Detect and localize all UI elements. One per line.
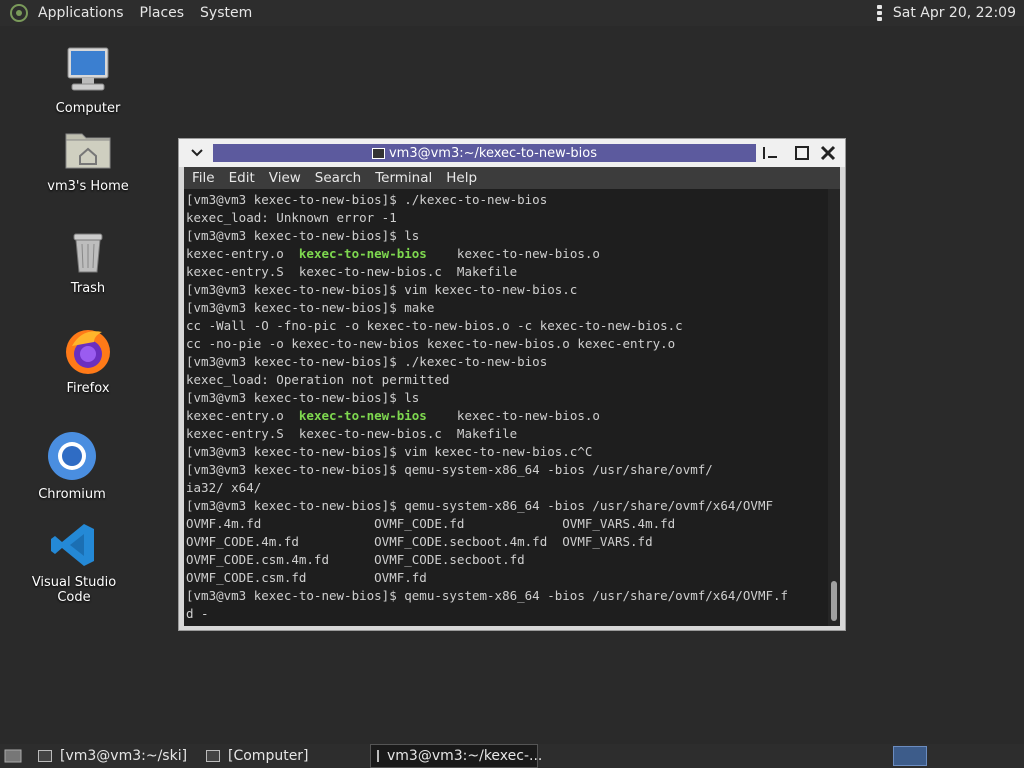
terminal-line: cc -Wall -O -fno-pic -o kexec-to-new-bio… xyxy=(186,318,683,333)
maximize-icon[interactable] xyxy=(793,144,811,162)
trash-icon xyxy=(73,233,103,273)
terminal-line: kexec_load: Operation not permitted xyxy=(186,372,450,387)
menu-view[interactable]: View xyxy=(261,170,307,186)
menu-help[interactable]: Help xyxy=(438,170,483,186)
firefox-icon xyxy=(66,330,110,374)
taskbar-item-active[interactable]: vm3@vm3:~/kexec-... xyxy=(370,744,542,768)
desktop-icon-label: vm3's Home xyxy=(47,179,129,194)
menu-search[interactable]: Search xyxy=(307,170,367,186)
chromium-icon xyxy=(48,432,96,480)
applications-menu[interactable]: Applications xyxy=(30,5,132,21)
terminal-line: ia32/ x64/ xyxy=(186,480,262,495)
desktop-icon-trash[interactable]: Trash xyxy=(33,228,143,297)
desktop-icon-computer[interactable]: Computer xyxy=(33,44,143,117)
desktop-icon-label: Computer xyxy=(55,101,121,116)
menu-terminal[interactable]: Terminal xyxy=(367,170,438,186)
terminal-line: [vm3@vm3 kexec-to-new-bios]$ ./kexec-to-… xyxy=(186,354,548,369)
top-panel: Applications Places System Sat Apr 20, 2… xyxy=(0,0,1024,26)
minimize-icon[interactable] xyxy=(762,144,780,162)
terminal-line: kexec_load: Unknown error -1 xyxy=(186,210,397,225)
terminal-line: [vm3@vm3 kexec-to-new-bios]$ make xyxy=(186,300,435,315)
taskbar-item-label: [vm3@vm3:~/ski] xyxy=(60,748,188,764)
terminal-scrollbar[interactable] xyxy=(828,189,840,626)
terminal-line: OVMF_CODE.csm.fd OVMF.fd xyxy=(186,570,427,585)
window-menu-chevron-icon[interactable] xyxy=(187,145,207,161)
terminal-line: [vm3@vm3 kexec-to-new-bios]$ qemu-system… xyxy=(186,588,789,603)
terminal-window[interactable]: vm3@vm3:~/kexec-to-new-bios File Edit Vi… xyxy=(178,138,846,631)
menu-file[interactable]: File xyxy=(184,170,221,186)
desktop-icon-label: Chromium xyxy=(38,487,106,502)
desktop-icon-vscode[interactable]: Visual Studio Code xyxy=(19,520,129,606)
executable-name: kexec-to-new-bios xyxy=(298,408,427,423)
terminal-body[interactable]: [vm3@vm3 kexec-to-new-bios]$ ./kexec-to-… xyxy=(184,189,840,626)
terminal-small-icon xyxy=(38,750,52,762)
desktop-icon-label: Firefox xyxy=(66,381,110,396)
gnome-foot-icon xyxy=(10,4,28,22)
scrollbar-thumb[interactable] xyxy=(831,581,837,621)
terminal-line: [vm3@vm3 kexec-to-new-bios]$ vim kexec-t… xyxy=(186,444,593,459)
window-title-text: vm3@vm3:~/kexec-to-new-bios xyxy=(388,145,597,161)
show-desktop-icon[interactable] xyxy=(4,748,22,764)
terminal-output[interactable]: [vm3@vm3 kexec-to-new-bios]$ ./kexec-to-… xyxy=(186,191,826,623)
workspace-switcher[interactable] xyxy=(893,746,927,766)
bottom-panel: [vm3@vm3:~/ski] [Computer] vm3@vm3:~/kex… xyxy=(0,744,1024,768)
terminal-line: kexec-entry.S kexec-to-new-bios.c Makefi… xyxy=(186,264,518,279)
close-icon[interactable] xyxy=(819,144,837,162)
panel-handle-icon[interactable] xyxy=(876,5,883,21)
home-folder-icon xyxy=(65,133,111,169)
terminal-small-icon xyxy=(371,147,385,159)
desktop-icon-home[interactable]: vm3's Home xyxy=(33,126,143,195)
title-bar[interactable]: vm3@vm3:~/kexec-to-new-bios xyxy=(179,139,845,167)
terminal-line: d - xyxy=(186,606,209,621)
terminal-line: [vm3@vm3 kexec-to-new-bios]$ qemu-system… xyxy=(186,462,713,477)
taskbar-item[interactable]: [Computer] xyxy=(206,744,366,768)
terminal-line: [vm3@vm3 kexec-to-new-bios]$ ./kexec-to-… xyxy=(186,192,548,207)
terminal-line: [vm3@vm3 kexec-to-new-bios]$ ls xyxy=(186,228,420,243)
terminal-line: [vm3@vm3 kexec-to-new-bios]$ qemu-system… xyxy=(186,498,773,513)
terminal-line: [vm3@vm3 kexec-to-new-bios]$ vim kexec-t… xyxy=(186,282,578,297)
desktop-icon-label: Trash xyxy=(70,281,106,296)
vscode-icon xyxy=(51,524,94,566)
clock[interactable]: Sat Apr 20, 22:09 xyxy=(893,5,1016,21)
terminal-line: OVMF.4m.fd OVMF_CODE.fd OVMF_VARS.4m.fd xyxy=(186,516,676,531)
executable-name: kexec-to-new-bios xyxy=(298,246,427,261)
terminal-line: OVMF_CODE.4m.fd OVMF_CODE.secboot.4m.fd … xyxy=(186,534,653,549)
taskbar-item-label: vm3@vm3:~/kexec-... xyxy=(387,748,543,764)
terminal-small-icon xyxy=(377,750,379,762)
terminal-line: kexec-entry.o kexec-to-new-bios kexec-to… xyxy=(186,408,600,423)
taskbar-item[interactable]: [vm3@vm3:~/ski] xyxy=(38,744,198,768)
terminal-line: kexec-entry.S kexec-to-new-bios.c Makefi… xyxy=(186,426,518,441)
terminal-line: OVMF_CODE.csm.4m.fd OVMF_CODE.secboot.fd xyxy=(186,552,525,567)
desktop-icon-chromium[interactable]: Chromium xyxy=(17,430,127,503)
computer-icon xyxy=(67,47,109,91)
desktop-icon-label: Visual Studio Code xyxy=(31,575,117,605)
window-title[interactable]: vm3@vm3:~/kexec-to-new-bios xyxy=(213,144,756,162)
places-menu[interactable]: Places xyxy=(132,5,193,21)
terminal-line: cc -no-pie -o kexec-to-new-bios kexec-to… xyxy=(186,336,676,351)
desktop-icon-firefox[interactable]: Firefox xyxy=(33,326,143,397)
taskbar-item-label: [Computer] xyxy=(228,748,309,764)
terminal-line: [vm3@vm3 kexec-to-new-bios]$ ls xyxy=(186,390,420,405)
terminal-menubar: File Edit View Search Terminal Help xyxy=(184,167,840,189)
menu-edit[interactable]: Edit xyxy=(221,170,261,186)
system-menu[interactable]: System xyxy=(192,5,260,21)
terminal-line: kexec-entry.o kexec-to-new-bios kexec-to… xyxy=(186,246,600,261)
computer-small-icon xyxy=(206,750,220,762)
